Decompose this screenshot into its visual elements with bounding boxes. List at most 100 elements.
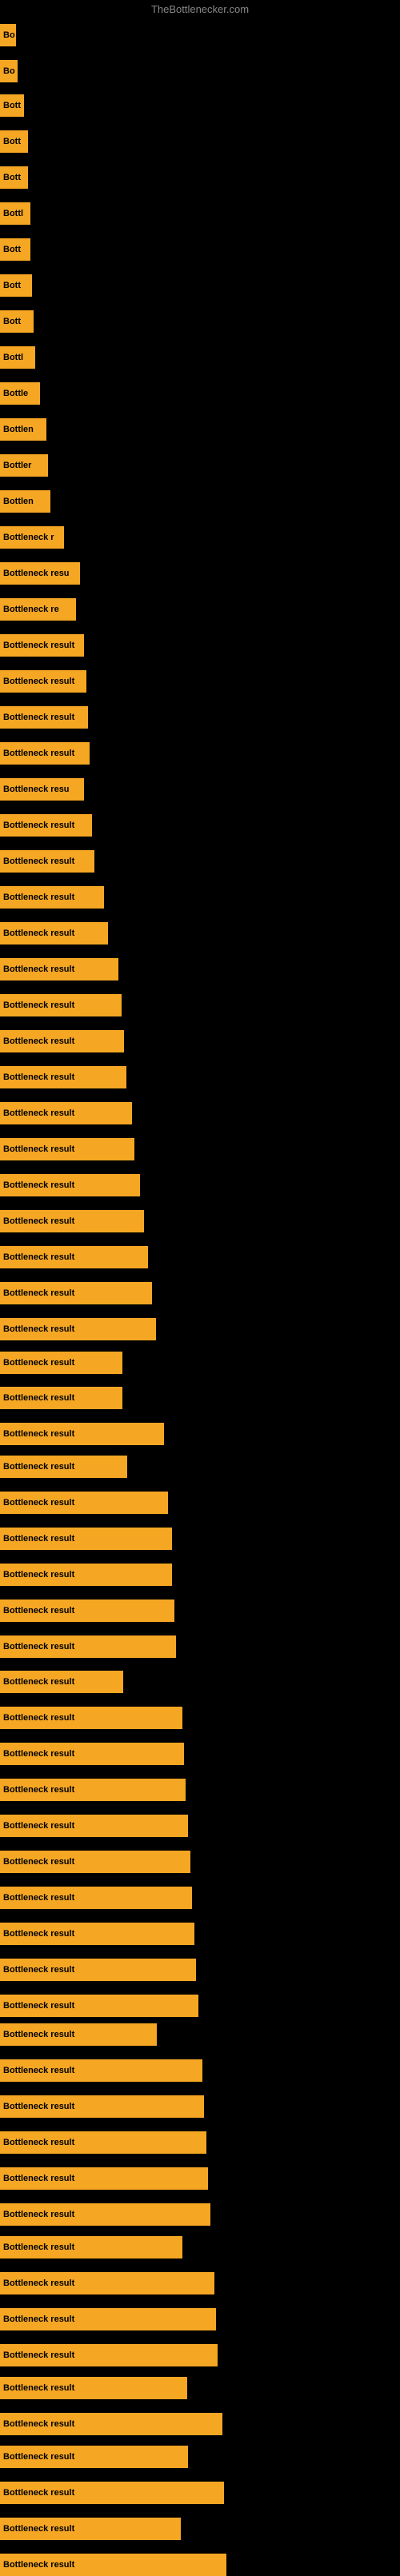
bar-label-46: Bottleneck result [3, 1642, 74, 1651]
bar-label-15: Bottleneck r [3, 533, 54, 542]
bar-row-22: Bottleneck resu [0, 778, 84, 801]
bar-4: Bott [0, 130, 28, 153]
bar-21: Bottleneck result [0, 742, 90, 765]
bar-14: Bottlen [0, 490, 50, 513]
bar-row-51: Bottleneck result [0, 1815, 188, 1837]
bar-row-20: Bottleneck result [0, 706, 88, 729]
bar-label-1: Bo [3, 30, 15, 40]
bar-label-57: Bottleneck result [3, 2030, 74, 2039]
bar-row-72: Bottleneck result [0, 2554, 226, 2576]
bar-row-3: Bott [0, 94, 24, 117]
bar-label-41: Bottleneck result [3, 1462, 74, 1472]
bar-label-36: Bottleneck result [3, 1288, 74, 1298]
bar-62: Bottleneck result [0, 2203, 210, 2226]
bar-30: Bottleneck result [0, 1066, 126, 1088]
bar-row-6: Bottl [0, 202, 30, 225]
site-title: TheBottlenecker.com [151, 3, 249, 15]
bar-label-31: Bottleneck result [3, 1108, 74, 1118]
bar-label-28: Bottleneck result [3, 1000, 74, 1010]
bar-label-60: Bottleneck result [3, 2138, 74, 2147]
bar-row-67: Bottleneck result [0, 2377, 187, 2399]
bar-row-29: Bottleneck result [0, 1030, 124, 1052]
bar-1: Bo [0, 24, 16, 46]
bar-row-45: Bottleneck result [0, 1600, 174, 1622]
bar-row-48: Bottleneck result [0, 1707, 182, 1729]
bar-46: Bottleneck result [0, 1635, 176, 1658]
bar-13: Bottler [0, 454, 48, 477]
bar-row-4: Bott [0, 130, 28, 153]
bar-label-8: Bott [3, 281, 21, 290]
bar-label-30: Bottleneck result [3, 1072, 74, 1082]
bar-label-54: Bottleneck result [3, 1929, 74, 1939]
bar-label-63: Bottleneck result [3, 2243, 74, 2252]
bar-row-2: Bo [0, 60, 18, 82]
bar-label-21: Bottleneck result [3, 749, 74, 758]
bar-22: Bottleneck resu [0, 778, 84, 801]
bar-19: Bottleneck result [0, 670, 86, 693]
bar-row-30: Bottleneck result [0, 1066, 126, 1088]
bar-row-40: Bottleneck result [0, 1423, 164, 1445]
bar-label-68: Bottleneck result [3, 2419, 74, 2429]
bar-17: Bottleneck re [0, 598, 76, 621]
bar-44: Bottleneck result [0, 1564, 172, 1586]
bar-row-59: Bottleneck result [0, 2095, 204, 2118]
bar-label-58: Bottleneck result [3, 2066, 74, 2075]
bar-label-37: Bottleneck result [3, 1324, 74, 1334]
bar-72: Bottleneck result [0, 2554, 226, 2576]
bar-row-10: Bottl [0, 346, 35, 369]
bar-label-53: Bottleneck result [3, 1893, 74, 1903]
bar-row-1: Bo [0, 24, 16, 46]
bar-row-42: Bottleneck result [0, 1492, 168, 1514]
bar-label-65: Bottleneck result [3, 2314, 74, 2324]
bar-row-50: Bottleneck result [0, 1779, 186, 1801]
bar-label-47: Bottleneck result [3, 1677, 74, 1687]
bar-65: Bottleneck result [0, 2308, 216, 2330]
bar-70: Bottleneck result [0, 2482, 224, 2504]
bar-row-15: Bottleneck r [0, 526, 64, 549]
bar-row-43: Bottleneck result [0, 1528, 172, 1550]
bar-row-18: Bottleneck result [0, 634, 84, 657]
bar-8: Bott [0, 274, 32, 297]
bar-label-61: Bottleneck result [3, 2174, 74, 2183]
bar-52: Bottleneck result [0, 1851, 190, 1873]
bar-row-53: Bottleneck result [0, 1887, 192, 1909]
bar-row-34: Bottleneck result [0, 1210, 144, 1232]
bar-40: Bottleneck result [0, 1423, 164, 1445]
bar-12: Bottlen [0, 418, 46, 441]
bar-row-25: Bottleneck result [0, 886, 104, 909]
bar-row-68: Bottleneck result [0, 2413, 222, 2435]
bar-26: Bottleneck result [0, 922, 108, 945]
bar-row-27: Bottleneck result [0, 958, 118, 980]
bar-row-12: Bottlen [0, 418, 46, 441]
bar-25: Bottleneck result [0, 886, 104, 909]
bar-43: Bottleneck result [0, 1528, 172, 1550]
bar-label-22: Bottleneck resu [3, 785, 70, 794]
bar-row-24: Bottleneck result [0, 850, 94, 873]
bar-label-44: Bottleneck result [3, 1570, 74, 1580]
bar-row-63: Bottleneck result [0, 2236, 182, 2258]
bar-row-44: Bottleneck result [0, 1564, 172, 1586]
bar-label-71: Bottleneck result [3, 2524, 74, 2534]
bar-row-62: Bottleneck result [0, 2203, 210, 2226]
bar-row-58: Bottleneck result [0, 2059, 202, 2082]
bar-row-57: Bottleneck result [0, 2023, 157, 2046]
bar-56: Bottleneck result [0, 1995, 198, 2017]
bar-row-37: Bottleneck result [0, 1318, 156, 1340]
bar-label-13: Bottler [3, 461, 31, 470]
bar-11: Bottle [0, 382, 40, 405]
bar-2: Bo [0, 60, 18, 82]
bar-20: Bottleneck result [0, 706, 88, 729]
bar-row-38: Bottleneck result [0, 1352, 122, 1374]
bar-label-70: Bottleneck result [3, 2488, 74, 2498]
bar-row-14: Bottlen [0, 490, 50, 513]
bar-row-23: Bottleneck result [0, 814, 92, 837]
bar-row-19: Bottleneck result [0, 670, 86, 693]
bar-41: Bottleneck result [0, 1456, 127, 1478]
bar-label-5: Bott [3, 173, 21, 182]
bar-24: Bottleneck result [0, 850, 94, 873]
bar-label-12: Bottlen [3, 425, 34, 434]
bar-label-32: Bottleneck result [3, 1144, 74, 1154]
bar-3: Bott [0, 94, 24, 117]
bar-53: Bottleneck result [0, 1887, 192, 1909]
bar-27: Bottleneck result [0, 958, 118, 980]
